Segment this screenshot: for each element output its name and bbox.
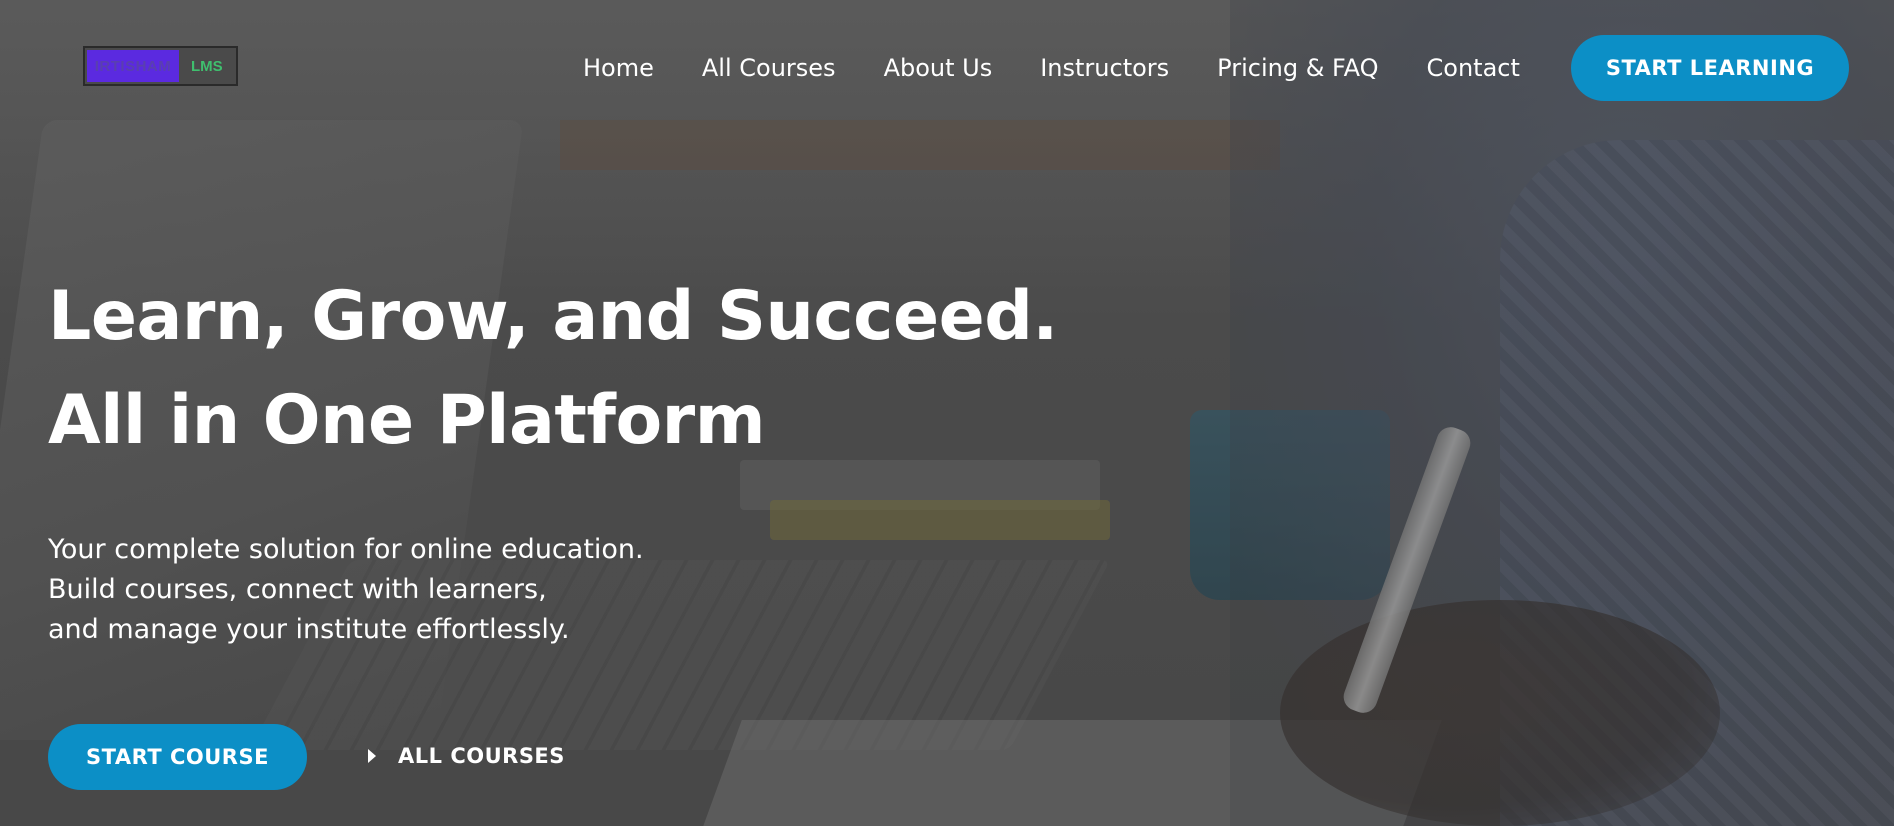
start-learning-button[interactable]: START LEARNING xyxy=(1571,35,1849,101)
start-course-button[interactable]: START COURSE xyxy=(48,724,307,790)
background-paper xyxy=(698,720,1442,826)
hero-subtext: Your complete solution for online educat… xyxy=(48,530,644,650)
nav-item-home[interactable]: Home xyxy=(583,54,654,82)
background-mug xyxy=(1190,410,1390,600)
all-courses-link[interactable]: ALL COURSES xyxy=(368,738,565,774)
site-header: IRTISHAM LMS Home All Courses About Us I… xyxy=(0,0,1894,135)
background-book xyxy=(770,500,1110,540)
logo-suffix: LMS xyxy=(191,57,223,75)
headline-line-2: All in One Platform xyxy=(48,381,766,460)
background-pen xyxy=(1339,423,1475,717)
logo-mark: IRTISHAM xyxy=(87,50,179,82)
subtext-line-2: Build courses, connect with learners, xyxy=(48,574,547,605)
subtext-line-1: Your complete solution for online educat… xyxy=(48,534,644,565)
hero-content: Learn, Grow, and Succeed. All in One Pla… xyxy=(48,265,1058,473)
nav-item-pricing-faq[interactable]: Pricing & FAQ xyxy=(1217,54,1378,82)
nav-item-instructors[interactable]: Instructors xyxy=(1040,54,1169,82)
subtext-line-3: and manage your institute effortlessly. xyxy=(48,614,570,645)
background-hand xyxy=(1280,600,1720,826)
logo[interactable]: IRTISHAM LMS xyxy=(83,46,238,86)
hero-headline: Learn, Grow, and Succeed. All in One Pla… xyxy=(48,265,1058,473)
main-nav: Home All Courses About Us Instructors Pr… xyxy=(583,50,1520,86)
hero-section: IRTISHAM LMS Home All Courses About Us I… xyxy=(0,0,1894,826)
headline-line-1: Learn, Grow, and Succeed. xyxy=(48,277,1058,356)
nav-item-all-courses[interactable]: All Courses xyxy=(702,54,836,82)
nav-item-about-us[interactable]: About Us xyxy=(884,54,993,82)
caret-right-icon xyxy=(368,749,376,763)
nav-item-contact[interactable]: Contact xyxy=(1427,54,1520,82)
background-shirt xyxy=(1500,140,1894,826)
all-courses-label: ALL COURSES xyxy=(398,744,565,768)
